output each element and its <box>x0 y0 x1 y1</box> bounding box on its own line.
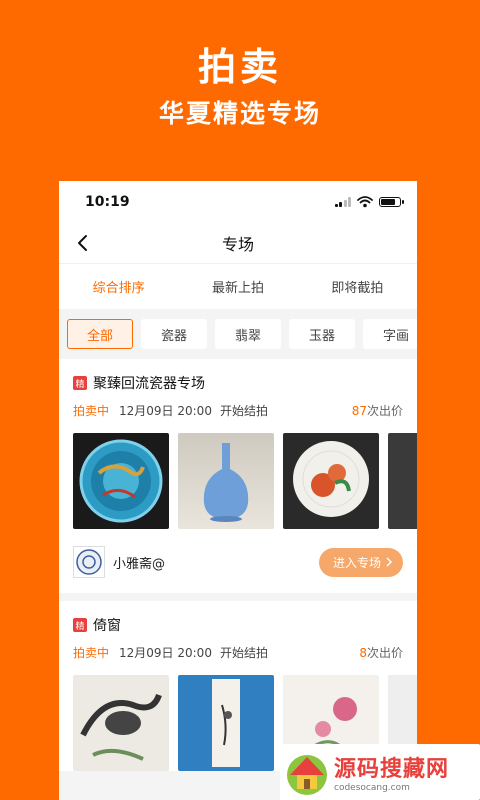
phone-screen: 10:19 专场 综合排序 最新上拍 即将截拍 全部 瓷器 翡翠 玉器 字画 精… <box>59 181 417 800</box>
lot-image-blue-vase[interactable] <box>178 433 274 529</box>
watermark: 源码搜藏网 codesocang.com <box>280 744 480 800</box>
bid-count-label: 次出价 <box>366 404 403 418</box>
filter-jade[interactable]: 玉器 <box>289 319 355 349</box>
back-arrow-icon[interactable] <box>73 233 93 253</box>
lot-image-famille-plate[interactable] <box>283 433 379 529</box>
filter-porcelain[interactable]: 瓷器 <box>141 319 207 349</box>
lot-image-scroll-painting[interactable] <box>178 675 274 771</box>
enter-session-label: 进入专场 <box>332 555 381 570</box>
card-title: 聚臻回流瓷器专场 <box>93 376 205 392</box>
bid-count: 8 <box>359 645 367 660</box>
featured-badge: 精 <box>73 376 87 390</box>
auction-status: 拍卖中 <box>73 404 110 418</box>
shop-name[interactable]: 小雅斋@ <box>113 553 319 572</box>
nav-bar: 专场 <box>59 223 417 263</box>
watermark-url: codesocang.com <box>334 783 410 793</box>
tab-newest[interactable]: 最新上拍 <box>212 277 264 296</box>
page-title: 专场 <box>221 235 254 254</box>
bid-count-label: 次出价 <box>366 646 403 660</box>
lot-image-eagle-painting[interactable] <box>73 675 169 771</box>
auction-action: 开始结拍 <box>219 404 268 418</box>
signal-icon <box>334 197 351 207</box>
category-filter-row: 全部 瓷器 翡翠 玉器 字画 <box>59 309 417 359</box>
chevron-right-icon <box>386 557 393 567</box>
filter-all[interactable]: 全部 <box>67 319 133 349</box>
promo-title: 拍卖 <box>197 45 282 89</box>
card-title: 倚窗 <box>93 618 121 634</box>
status-time: 10:19 <box>85 194 130 210</box>
auction-status: 拍卖中 <box>73 646 110 660</box>
filter-calligraphy[interactable]: 字画 <box>363 319 417 349</box>
battery-icon <box>379 197 404 207</box>
shop-avatar[interactable] <box>73 546 105 578</box>
status-bar: 10:19 <box>59 181 417 223</box>
filter-jadeite[interactable]: 翡翠 <box>215 319 281 349</box>
bid-count: 87 <box>351 403 367 418</box>
tab-ending-soon[interactable]: 即将截拍 <box>331 277 383 296</box>
watermark-text: 源码搜藏网 <box>334 757 450 782</box>
wifi-icon <box>357 196 373 208</box>
auction-date: 12月09日 20:00 <box>119 646 212 660</box>
sort-tabs: 综合排序 最新上拍 即将截拍 <box>59 263 417 309</box>
auction-date: 12月09日 20:00 <box>119 404 212 418</box>
lot-image-cloisonne-plate[interactable] <box>73 433 169 529</box>
featured-badge: 精 <box>73 618 87 632</box>
auction-action: 开始结拍 <box>219 646 268 660</box>
tab-composite[interactable]: 综合排序 <box>93 277 145 296</box>
lot-image-partial[interactable] <box>388 433 417 529</box>
promo-subtitle: 华夏精选专场 <box>158 99 321 128</box>
enter-session-button[interactable]: 进入专场 <box>318 547 403 577</box>
house-logo-icon <box>287 755 327 795</box>
auction-card[interactable]: 精 聚臻回流瓷器专场 拍卖中 12月09日 20:00 开始结拍 87 次出价 <box>59 359 417 593</box>
